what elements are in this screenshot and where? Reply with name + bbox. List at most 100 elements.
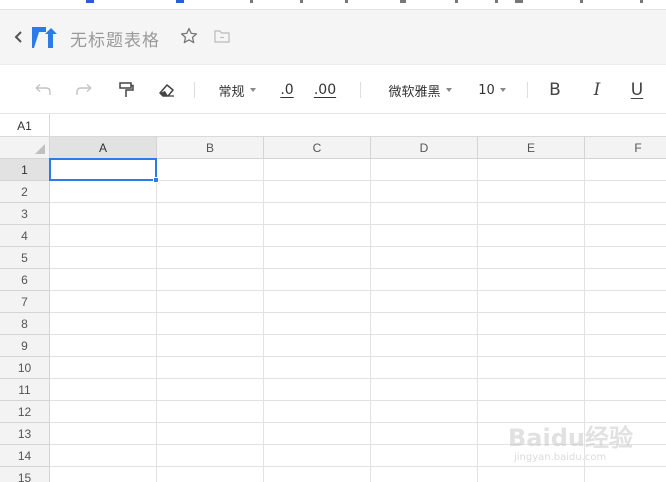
cell-d14[interactable] xyxy=(371,445,478,467)
cell-e10[interactable] xyxy=(478,357,585,379)
cell-a14[interactable] xyxy=(50,445,157,467)
font-size-dropdown[interactable]: 10 xyxy=(474,79,510,101)
cell-a12[interactable] xyxy=(50,401,157,423)
row-header-15[interactable]: 15 xyxy=(0,467,50,482)
cell-b3[interactable] xyxy=(157,203,264,225)
row-header-8[interactable]: 8 xyxy=(0,313,50,335)
number-format-dropdown[interactable]: 常规 xyxy=(214,79,260,101)
cell-a5[interactable] xyxy=(50,247,157,269)
column-header-d[interactable]: D xyxy=(371,137,478,159)
cell-d11[interactable] xyxy=(371,379,478,401)
cell-c4[interactable] xyxy=(264,225,371,247)
cell-b11[interactable] xyxy=(157,379,264,401)
cell-a7[interactable] xyxy=(50,291,157,313)
cell-d3[interactable] xyxy=(371,203,478,225)
cell-c3[interactable] xyxy=(264,203,371,225)
cell-b12[interactable] xyxy=(157,401,264,423)
cell-a15[interactable] xyxy=(50,467,157,482)
row-header-4[interactable]: 4 xyxy=(0,225,50,247)
column-header-f[interactable]: F xyxy=(585,137,666,159)
cell-a3[interactable] xyxy=(50,203,157,225)
font-family-dropdown[interactable]: 微软雅黑 xyxy=(384,79,456,101)
document-title[interactable]: 无标题表格 xyxy=(70,26,160,51)
cell-f3[interactable] xyxy=(585,203,666,225)
row-header-3[interactable]: 3 xyxy=(0,203,50,225)
cell-e7[interactable] xyxy=(478,291,585,313)
app-logo[interactable] xyxy=(30,24,58,50)
underline-button[interactable]: U xyxy=(627,79,647,101)
cell-e15[interactable] xyxy=(478,467,585,482)
cell-d12[interactable] xyxy=(371,401,478,423)
cell-c13[interactable] xyxy=(264,423,371,445)
cell-c14[interactable] xyxy=(264,445,371,467)
cell-a4[interactable] xyxy=(50,225,157,247)
cell-b4[interactable] xyxy=(157,225,264,247)
folder-button[interactable] xyxy=(214,29,230,43)
cell-b14[interactable] xyxy=(157,445,264,467)
cell-b7[interactable] xyxy=(157,291,264,313)
name-box[interactable]: A1 xyxy=(0,114,50,137)
select-all-corner[interactable] xyxy=(0,137,50,159)
cell-c15[interactable] xyxy=(264,467,371,482)
cell-f13[interactable] xyxy=(585,423,666,445)
row-header-1[interactable]: 1 xyxy=(0,159,50,181)
cell-a13[interactable] xyxy=(50,423,157,445)
cell-c8[interactable] xyxy=(264,313,371,335)
cell-f14[interactable] xyxy=(585,445,666,467)
column-header-a[interactable]: A xyxy=(50,137,157,159)
cell-d9[interactable] xyxy=(371,335,478,357)
cell-b13[interactable] xyxy=(157,423,264,445)
cell-d1[interactable] xyxy=(371,159,478,181)
cell-f1[interactable] xyxy=(585,159,666,181)
cell-e9[interactable] xyxy=(478,335,585,357)
cell-e3[interactable] xyxy=(478,203,585,225)
row-header-13[interactable]: 13 xyxy=(0,423,50,445)
cell-c11[interactable] xyxy=(264,379,371,401)
row-header-9[interactable]: 9 xyxy=(0,335,50,357)
row-header-7[interactable]: 7 xyxy=(0,291,50,313)
cell-e1[interactable] xyxy=(478,159,585,181)
decrease-decimal-button[interactable]: .0 xyxy=(276,79,298,101)
cell-b6[interactable] xyxy=(157,269,264,291)
row-header-6[interactable]: 6 xyxy=(0,269,50,291)
row-header-14[interactable]: 14 xyxy=(0,445,50,467)
cell-d6[interactable] xyxy=(371,269,478,291)
formula-bar[interactable] xyxy=(51,114,666,137)
cell-e5[interactable] xyxy=(478,247,585,269)
cell-d2[interactable] xyxy=(371,181,478,203)
cell-c5[interactable] xyxy=(264,247,371,269)
cell-a11[interactable] xyxy=(50,379,157,401)
cell-f8[interactable] xyxy=(585,313,666,335)
cell-b15[interactable] xyxy=(157,467,264,482)
clear-format-button[interactable] xyxy=(156,79,178,101)
cell-b1[interactable] xyxy=(157,159,264,181)
column-header-b[interactable]: B xyxy=(157,137,264,159)
cell-c10[interactable] xyxy=(264,357,371,379)
cell-f2[interactable] xyxy=(585,181,666,203)
cell-d10[interactable] xyxy=(371,357,478,379)
fill-handle[interactable] xyxy=(153,177,159,183)
cell-f4[interactable] xyxy=(585,225,666,247)
row-header-5[interactable]: 5 xyxy=(0,247,50,269)
cell-d7[interactable] xyxy=(371,291,478,313)
cell-c1[interactable] xyxy=(264,159,371,181)
bold-button[interactable]: B xyxy=(545,79,565,101)
star-button[interactable] xyxy=(180,27,198,45)
column-header-e[interactable]: E xyxy=(478,137,585,159)
cell-f6[interactable] xyxy=(585,269,666,291)
cell-c7[interactable] xyxy=(264,291,371,313)
cell-b10[interactable] xyxy=(157,357,264,379)
cell-a1[interactable] xyxy=(50,159,157,181)
cell-f5[interactable] xyxy=(585,247,666,269)
row-header-10[interactable]: 10 xyxy=(0,357,50,379)
cell-f12[interactable] xyxy=(585,401,666,423)
increase-decimal-button[interactable]: .00 xyxy=(312,79,338,101)
cell-e2[interactable] xyxy=(478,181,585,203)
italic-button[interactable]: I xyxy=(587,79,607,101)
cell-c12[interactable] xyxy=(264,401,371,423)
row-header-11[interactable]: 11 xyxy=(0,379,50,401)
format-painter-button[interactable] xyxy=(115,79,137,101)
cell-a9[interactable] xyxy=(50,335,157,357)
undo-button[interactable] xyxy=(32,79,54,101)
cell-d8[interactable] xyxy=(371,313,478,335)
